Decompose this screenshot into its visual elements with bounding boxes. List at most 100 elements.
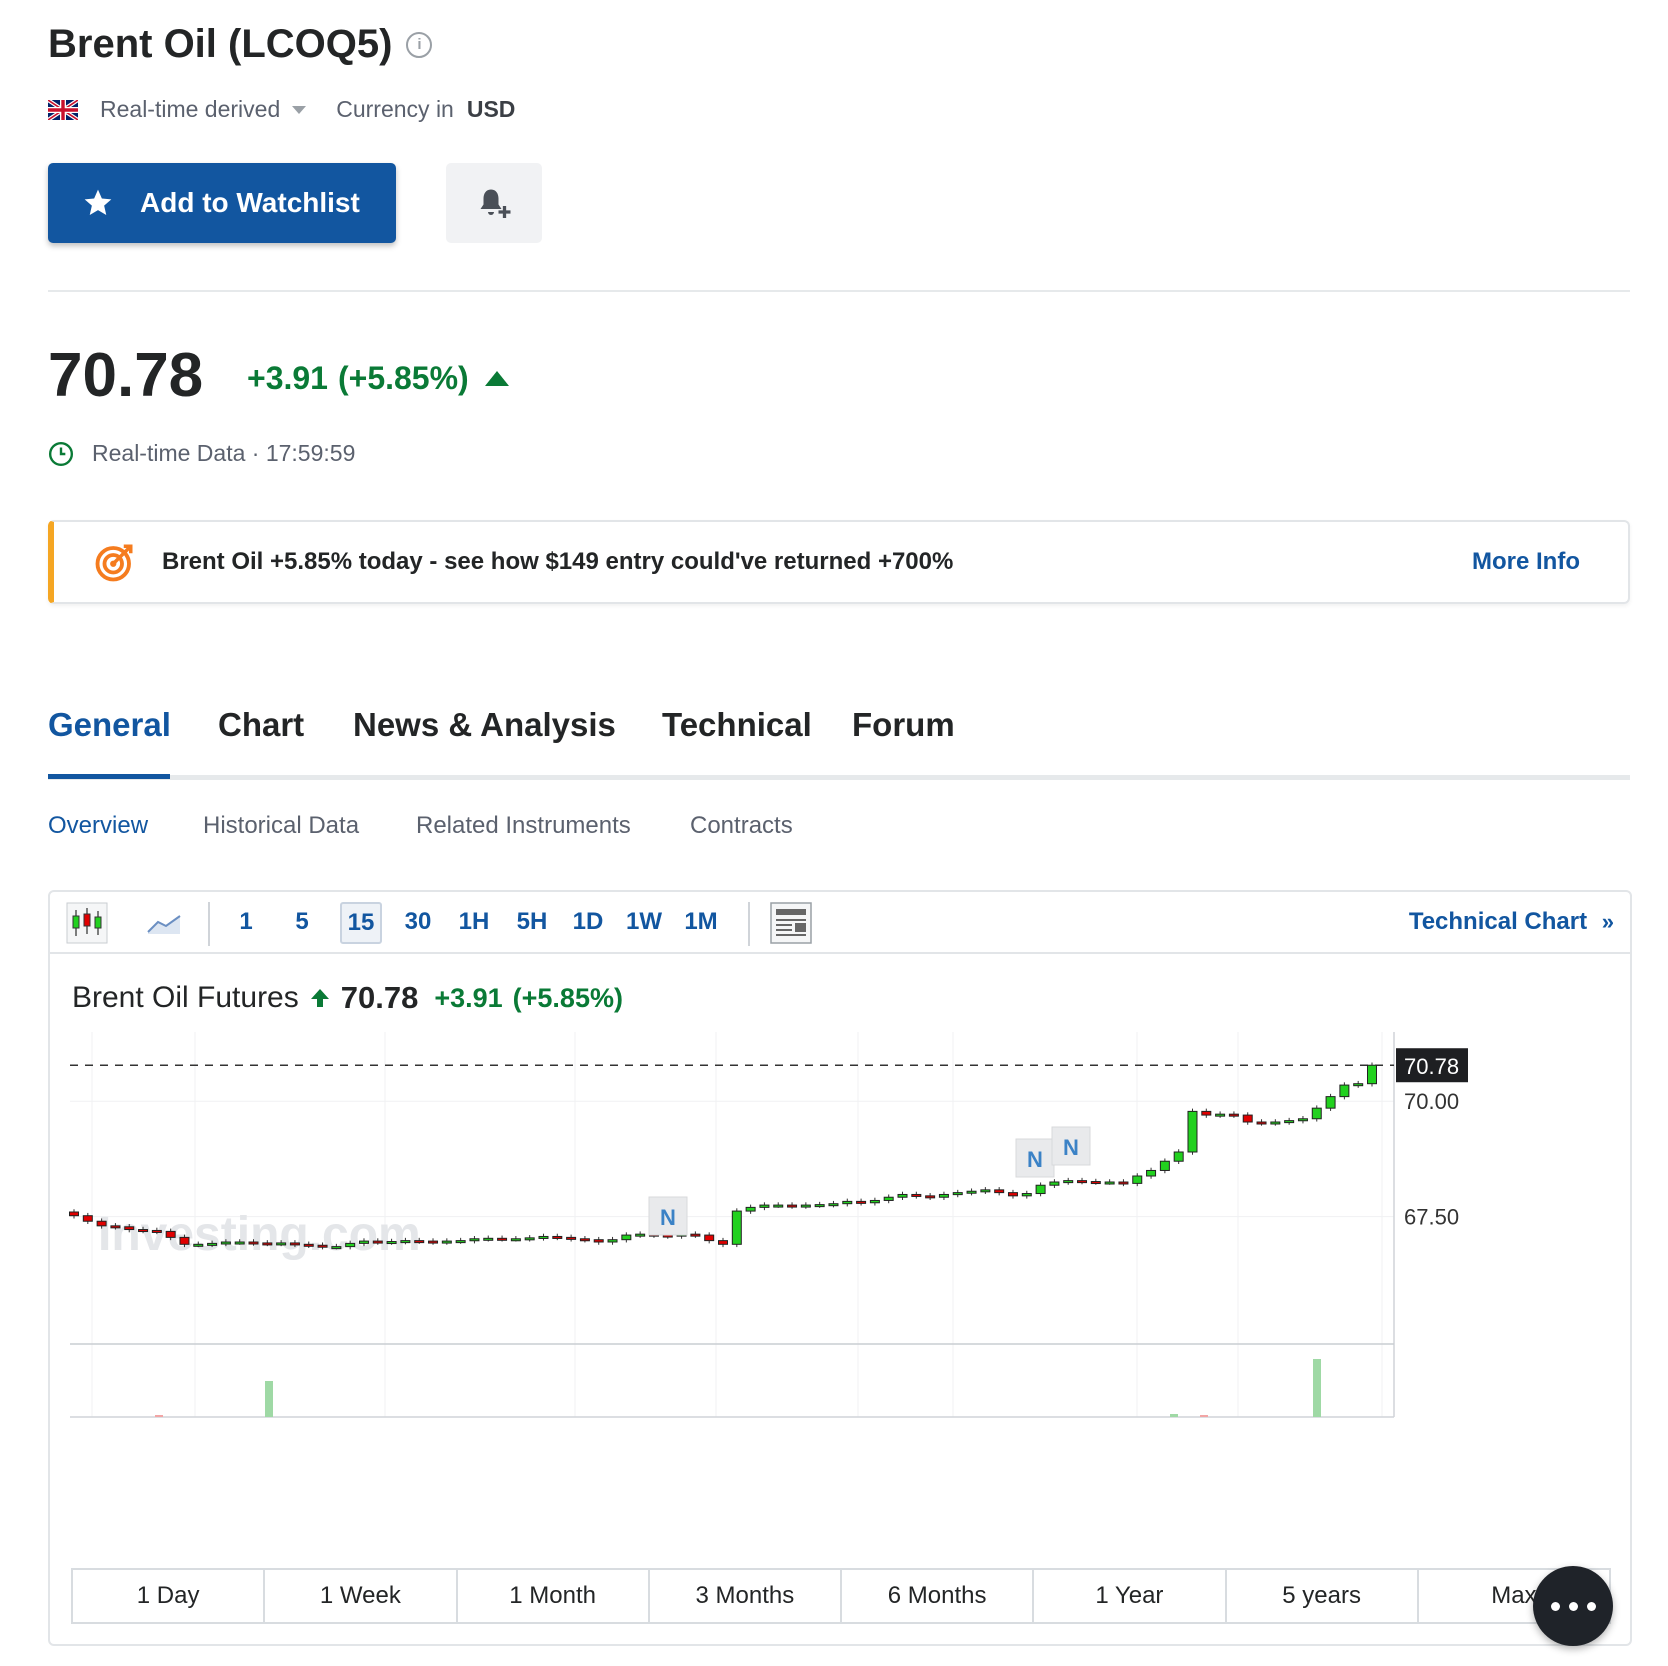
candle: [469, 1238, 480, 1242]
tab-general[interactable]: General: [48, 706, 171, 744]
x-tick-label: 08:00: [357, 1431, 412, 1432]
candle: [980, 1189, 991, 1193]
uk-flag-icon: [48, 99, 78, 120]
price-chart[interactable]: Investing.com 70.78 70.00 67.50 6/11 02:00 08:…: [50, 1032, 1630, 1432]
candle: [759, 1204, 770, 1208]
data-type-dropdown[interactable]: Real-time derived: [100, 96, 280, 123]
toolbar-divider: [208, 902, 210, 946]
candle: [1284, 1120, 1295, 1124]
candle: [428, 1240, 439, 1244]
candle: [1353, 1083, 1364, 1087]
candle: [1132, 1175, 1143, 1184]
more-options-button[interactable]: [1533, 1566, 1613, 1646]
instrument-meta: Real-time derived Currency in USD: [48, 96, 515, 123]
dot-icon: [1568, 1601, 1578, 1611]
candle: [745, 1206, 756, 1212]
candle: [207, 1242, 218, 1246]
range-6-months[interactable]: 6 Months: [842, 1570, 1035, 1622]
tab-technical[interactable]: Technical: [662, 706, 812, 744]
subtab-overview[interactable]: Overview: [48, 812, 148, 840]
more-info-link[interactable]: More Info: [1472, 548, 1580, 576]
timeframe-1[interactable]: 1: [228, 908, 264, 936]
candle: [151, 1229, 162, 1233]
timeframe-5h[interactable]: 5H: [508, 908, 556, 936]
timeframe-30[interactable]: 30: [396, 908, 440, 936]
range-1-week[interactable]: 1 Week: [265, 1570, 458, 1622]
tab-news-analysis[interactable]: News & Analysis: [353, 706, 616, 744]
candle: [842, 1200, 853, 1205]
chevron-down-icon[interactable]: [292, 105, 307, 114]
subtab-contracts[interactable]: Contracts: [690, 812, 793, 840]
candle: [897, 1193, 908, 1198]
info-icon[interactable]: i: [406, 31, 433, 58]
candlestick-type-icon[interactable]: [66, 902, 108, 944]
timeframe-1h[interactable]: 1H: [452, 908, 496, 936]
volume-bar: [1200, 1415, 1208, 1417]
candle: [1118, 1181, 1129, 1185]
timeframe-1d[interactable]: 1D: [564, 908, 612, 936]
candle: [1311, 1107, 1322, 1120]
tab-chart[interactable]: Chart: [218, 706, 304, 744]
candle: [1077, 1180, 1088, 1184]
chart-toolbar: 1 5 15 30 1H 5H 1D 1W 1M Technical Chart…: [50, 892, 1630, 954]
bell-plus-icon: [480, 189, 511, 218]
add-to-watchlist-button[interactable]: Add to Watchlist: [48, 163, 396, 243]
candle: [1090, 1181, 1101, 1185]
candle: [566, 1236, 577, 1240]
timeframe-15[interactable]: 15: [340, 902, 382, 944]
area-chart-icon[interactable]: [144, 902, 184, 942]
dot-icon: [1550, 1601, 1560, 1611]
chart-widget: 1 5 15 30 1H 5H 1D 1W 1M Technical Chart…: [48, 890, 1632, 1646]
timeframe-1w[interactable]: 1W: [620, 908, 668, 936]
candle: [1242, 1114, 1253, 1123]
page-title-row: Brent Oil (LCOQ5) i: [48, 22, 433, 67]
promo-banner[interactable]: Brent Oil +5.85% today - see how $149 en…: [48, 520, 1630, 604]
subtab-related-instruments[interactable]: Related Instruments: [416, 812, 631, 840]
volume-bar: [155, 1415, 163, 1417]
subtab-historical-data[interactable]: Historical Data: [203, 812, 359, 840]
candle: [1173, 1151, 1184, 1162]
timeframe-1m[interactable]: 1M: [676, 908, 726, 936]
candle: [248, 1241, 259, 1245]
currency-value: USD: [466, 96, 516, 122]
range-1-day[interactable]: 1 Day: [73, 1570, 266, 1622]
candle: [358, 1240, 369, 1244]
range-1-year[interactable]: 1 Year: [1034, 1570, 1227, 1622]
realtime-label: Real-time Data · 17:59:59: [92, 440, 356, 466]
tab-forum[interactable]: Forum: [852, 706, 955, 744]
main-tabs: General Chart News & Analysis Technical …: [48, 706, 1630, 780]
candle: [1035, 1184, 1046, 1195]
news-marker-label: N: [1063, 1135, 1079, 1160]
create-alert-button[interactable]: [446, 163, 542, 243]
candle: [1256, 1121, 1267, 1125]
dot-icon: [1586, 1601, 1596, 1611]
candle: [911, 1193, 922, 1197]
candle: [1049, 1181, 1060, 1186]
candle: [966, 1190, 977, 1194]
candle: [635, 1233, 646, 1237]
arrow-up-icon: [310, 989, 329, 1007]
y-tick-label: 67.50: [1404, 1205, 1459, 1230]
news-marker-label: N: [1027, 1147, 1043, 1172]
news-layout-icon[interactable]: [770, 902, 812, 944]
range-1-month[interactable]: 1 Month: [458, 1570, 650, 1622]
candle: [1228, 1113, 1239, 1117]
candle: [276, 1242, 287, 1246]
double-chevron-right-icon: »: [1601, 909, 1614, 934]
candle: [856, 1200, 867, 1204]
candle: [220, 1241, 231, 1245]
x-tick-label: 15:00: [688, 1431, 743, 1432]
candle: [607, 1239, 618, 1243]
timeframe-5[interactable]: 5: [284, 908, 320, 936]
range-5-years[interactable]: 5 years: [1227, 1570, 1419, 1622]
x-tick-label: 02:00: [1210, 1431, 1265, 1432]
chart-change-percent: (+5.85%): [512, 982, 623, 1013]
technical-chart-link[interactable]: Technical Chart »: [1409, 908, 1614, 936]
candle: [165, 1230, 176, 1238]
x-tick-label: 02:00: [167, 1431, 222, 1432]
x-tick-label: 05:0: [1354, 1431, 1397, 1432]
price-change: +3.91 (+5.85%): [247, 360, 509, 397]
page-title: Brent Oil (LCOQ5): [48, 22, 393, 66]
range-3-months[interactable]: 3 Months: [650, 1570, 842, 1622]
candle: [828, 1203, 839, 1207]
